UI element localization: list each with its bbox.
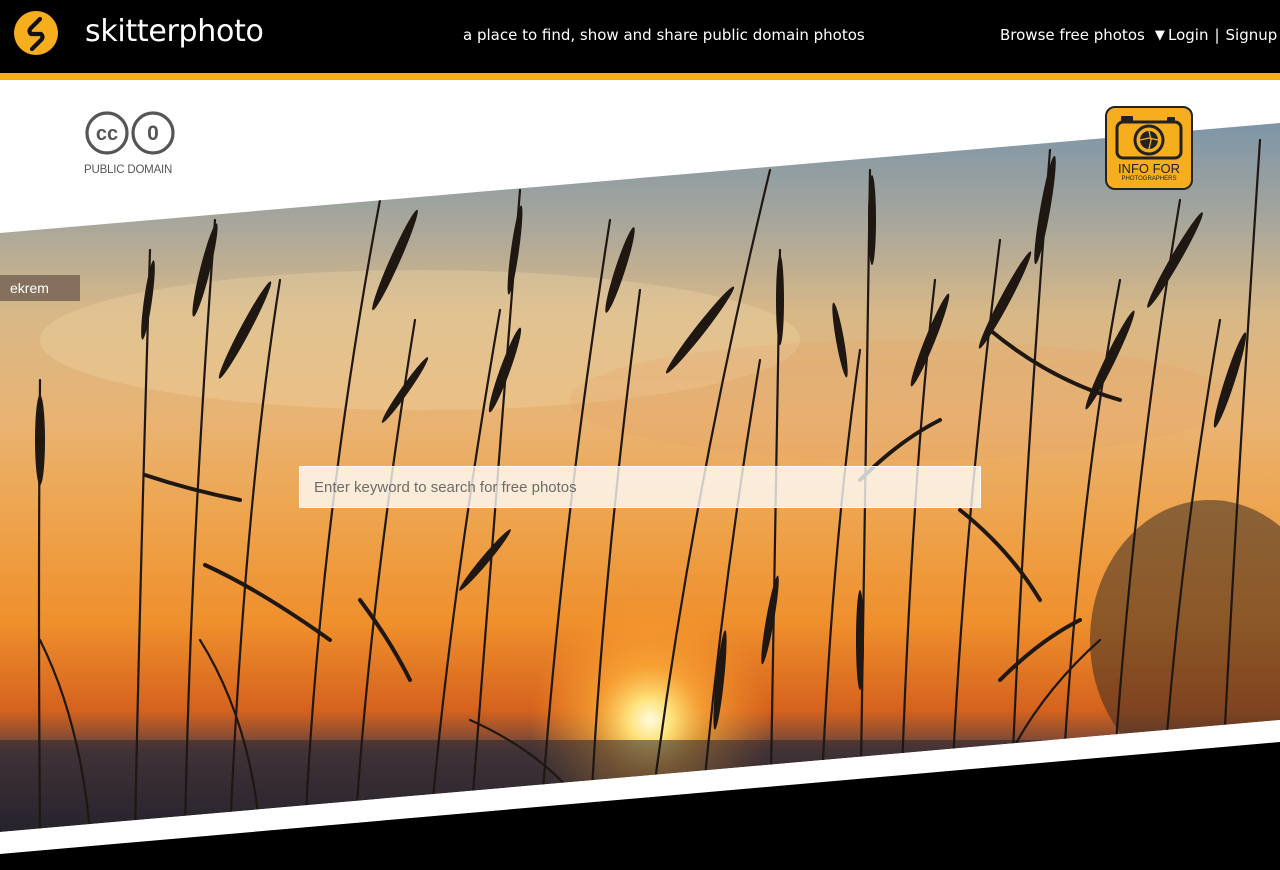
signup-link[interactable]: Signup (1226, 26, 1278, 44)
camera-icon (1115, 116, 1183, 160)
cc-zero-icon: cc 0 (85, 111, 175, 155)
browse-photos-label: Browse free photos (1000, 26, 1145, 44)
login-link[interactable]: Login (1168, 26, 1208, 44)
photo-credit-tag[interactable]: ekrem (0, 275, 80, 301)
cc-letters: cc (96, 123, 118, 145)
auth-links: Login | Signup (1168, 26, 1277, 44)
caret-down-icon: ▼ (1154, 27, 1165, 43)
public-domain-badge[interactable]: cc 0 PUBLIC DOMAIN (84, 110, 176, 176)
info-for-photographers-button[interactable]: INFO FOR PHOTOGRAPHERS (1105, 106, 1193, 190)
brand-name[interactable]: skitterphoto (85, 14, 264, 49)
site-header: skitterphoto a place to find, show and s… (0, 0, 1280, 73)
hero-section: cc 0 PUBLIC DOMAIN INFO FOR PHOTOGRAPHER… (0, 80, 1280, 870)
photo-search-input[interactable] (299, 466, 981, 508)
zero-digit: 0 (147, 122, 159, 145)
public-domain-caption: PUBLIC DOMAIN (84, 164, 173, 176)
header-accent-rule (0, 73, 1280, 80)
skitterphoto-logo-icon[interactable] (14, 11, 58, 55)
site-tagline: a place to find, show and share public d… (463, 26, 865, 44)
info-badge-line2: PHOTOGRAPHERS (1121, 176, 1177, 182)
browse-photos-dropdown[interactable]: Browse free photos ▼ (1000, 26, 1165, 44)
auth-separator: | (1214, 26, 1220, 44)
info-badge-line1: INFO FOR (1117, 161, 1181, 176)
